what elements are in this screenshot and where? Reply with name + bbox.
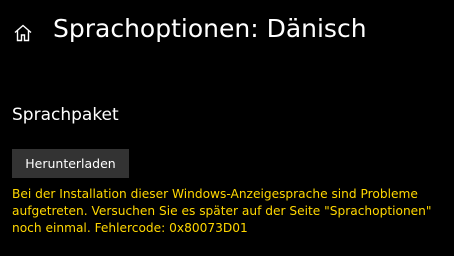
section-title-language-pack: Sprachpaket (12, 105, 119, 125)
download-button[interactable]: Herunterladen (12, 149, 129, 178)
error-message: Bei der Installation dieser Windows-Anze… (12, 187, 432, 235)
home-icon (14, 24, 32, 42)
page-title: Sprachoptionen: Dänisch (53, 14, 367, 43)
header: Sprachoptionen: Dänisch (0, 0, 454, 64)
home-button[interactable] (10, 20, 36, 46)
